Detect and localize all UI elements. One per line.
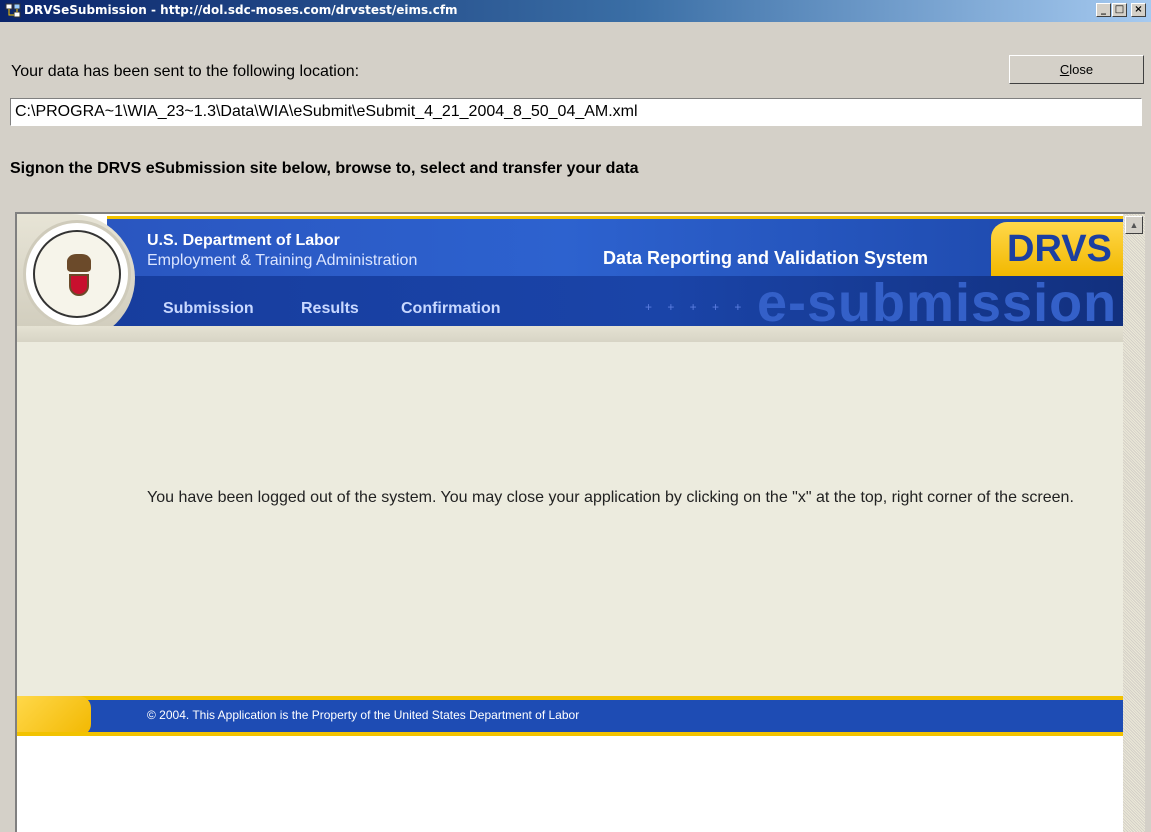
e-submission-wordmark: e-submission xyxy=(757,273,1118,333)
agency-subname: Employment & Training Administration xyxy=(147,252,418,269)
shield-icon xyxy=(69,274,89,296)
footer-gold-bottom xyxy=(17,732,1123,736)
nav-confirmation-link[interactable]: Confirmation xyxy=(401,300,501,318)
nav-submission-link[interactable]: Submission xyxy=(163,300,254,318)
signon-instructions: Signon the DRVS eSubmission site below, … xyxy=(10,160,639,177)
footer-gold-edge xyxy=(17,696,1123,700)
embedded-browser: e-submission + + + + + U.S. Department o… xyxy=(15,212,1145,832)
window-title: DRVSeSubmission - http://dol.sdc-moses.c… xyxy=(24,3,458,17)
window-titlebar: DRVSeSubmission - http://dol.sdc-moses.c… xyxy=(0,0,1151,22)
close-window-button[interactable]: × xyxy=(1131,3,1146,17)
scroll-up-arrow-icon[interactable]: ▲ xyxy=(1125,216,1143,234)
system-title: Data Reporting and Validation System xyxy=(603,248,929,268)
maximize-button[interactable]: □ xyxy=(1112,3,1127,17)
dol-seal-logo xyxy=(23,220,131,328)
nav-results-link[interactable]: Results xyxy=(301,300,359,318)
close-label-rest: lose xyxy=(1069,62,1094,77)
agency-name: U.S. Department of Labor xyxy=(147,232,340,249)
copyright-text: © 2004. This Application is the Property… xyxy=(147,708,580,722)
minimize-button[interactable]: _ xyxy=(1096,3,1111,17)
page-footer: © 2004. This Application is the Property… xyxy=(17,696,1123,736)
logout-message: You have been logged out of the system. … xyxy=(147,489,1074,506)
footer-gold-tab xyxy=(17,696,91,736)
stars-decoration: + + + + + xyxy=(645,300,748,314)
dol-header: e-submission + + + + + U.S. Department o… xyxy=(17,214,1123,342)
content-area: You have been logged out of the system. … xyxy=(17,342,1123,696)
close-accel-key: C xyxy=(1059,62,1070,77)
seal-ring xyxy=(33,230,121,318)
header-divider xyxy=(17,326,1123,342)
drvs-badge: DRVS xyxy=(991,222,1123,276)
file-path-field[interactable]: C:\PROGRA~1\WIA_23~1.3\Data\WIA\eSubmit\… xyxy=(10,98,1142,126)
sent-location-message: Your data has been sent to the following… xyxy=(11,63,360,80)
header-gold-edge xyxy=(107,216,1123,219)
eagle-icon xyxy=(67,254,91,272)
network-app-icon xyxy=(5,3,21,18)
close-button[interactable]: Close xyxy=(1009,55,1144,84)
vertical-scrollbar[interactable]: ▲ xyxy=(1123,214,1145,832)
drvs-badge-text: DRVS xyxy=(1007,228,1112,270)
